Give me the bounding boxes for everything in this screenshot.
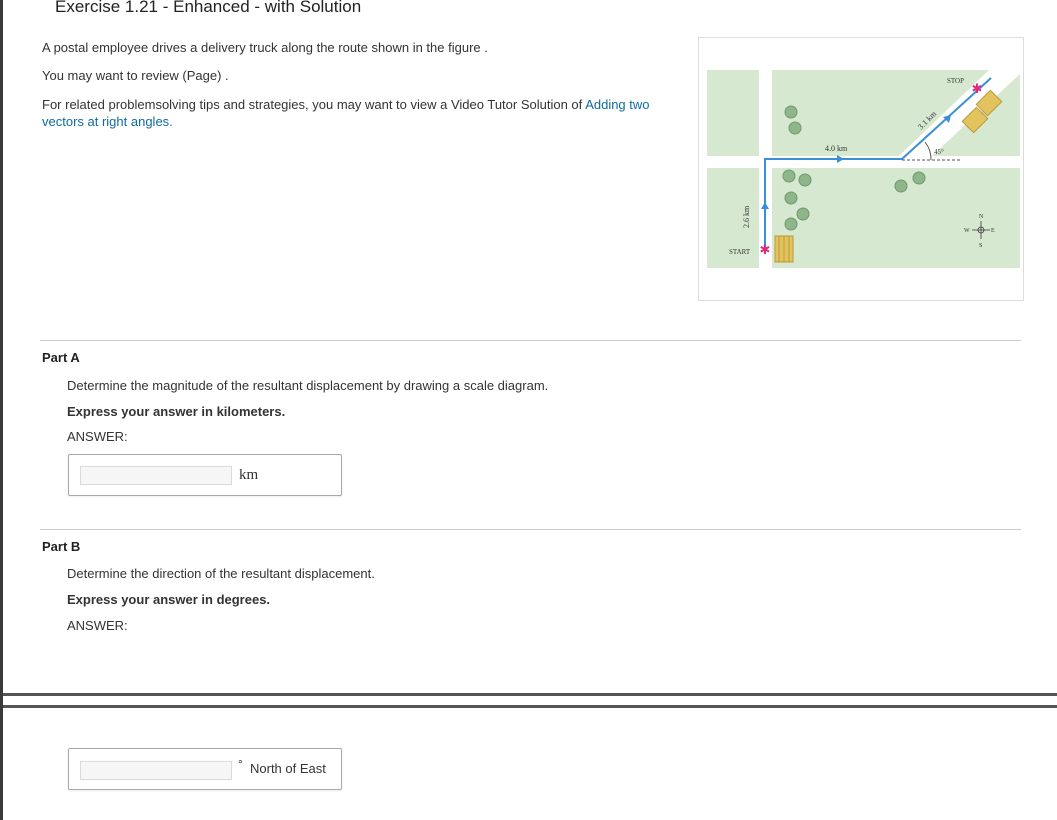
divider-part-b <box>40 529 1021 530</box>
start-label: START <box>729 248 751 256</box>
page-upper: Exercise 1.21 - Enhanced - with Solution… <box>3 0 1057 693</box>
route-map: ✱ ✱ STOP START 2.6 km 4.0 km 3.1 km 45° … <box>707 70 1020 268</box>
compass-w: W <box>964 228 970 234</box>
part-b-answer-box: ° North of East <box>68 748 342 790</box>
video-tutor-link-continued[interactable]: vectors at right angles. <box>42 114 173 129</box>
degree-symbol: ° <box>238 757 243 771</box>
stop-label: STOP <box>947 77 964 85</box>
route-arrow-up <box>761 202 769 209</box>
compass-n: N <box>979 214 984 220</box>
route-arrow-right <box>837 155 844 163</box>
angle-label: 45° <box>934 148 944 156</box>
leg2-label: 4.0 km <box>825 144 848 153</box>
part-b-question: Determine the direction of the resultant… <box>67 566 375 581</box>
part-a-answer-box: km <box>68 454 342 496</box>
compass-e: E <box>991 228 995 234</box>
start-marker: ✱ <box>760 243 771 258</box>
grass-block-nw <box>707 70 759 156</box>
intro-line-2: You may want to review (Page) . <box>42 68 229 83</box>
part-b-title: Part B <box>42 539 81 554</box>
intro-text: For related problemsolving tips and stra… <box>42 97 583 112</box>
leg1-label: 2.6 km <box>742 205 751 228</box>
page-break <box>3 693 1057 708</box>
part-b-unit: North of East <box>250 761 326 776</box>
page-lower: ° North of East <box>3 708 1057 820</box>
route-figure: ✱ ✱ STOP START 2.6 km 4.0 km 3.1 km 45° … <box>698 37 1024 301</box>
part-b-answer-label: ANSWER: <box>67 618 128 633</box>
intro-line-3: For related problemsolving tips and stra… <box>42 97 650 112</box>
page-title: Exercise 1.21 - Enhanced - with Solution <box>55 0 362 16</box>
part-a-title: Part A <box>42 350 80 365</box>
part-a-unit: km <box>239 467 259 483</box>
video-tutor-link[interactable]: Adding two <box>585 97 649 112</box>
stop-marker: ✱ <box>972 82 983 97</box>
divider-part-a <box>40 340 1021 341</box>
part-a-instruction: Express your answer in kilometers. <box>67 404 286 419</box>
compass-s: S <box>979 243 982 249</box>
part-b-instruction: Express your answer in degrees. <box>67 592 271 607</box>
part-b-answer-input[interactable] <box>80 761 232 780</box>
part-a-answer-label: ANSWER: <box>67 429 128 444</box>
part-a-question: Determine the magnitude of the resultant… <box>67 378 549 393</box>
intro-line-1: A postal employee drives a delivery truc… <box>42 40 488 55</box>
part-a-answer-input[interactable] <box>80 466 232 485</box>
